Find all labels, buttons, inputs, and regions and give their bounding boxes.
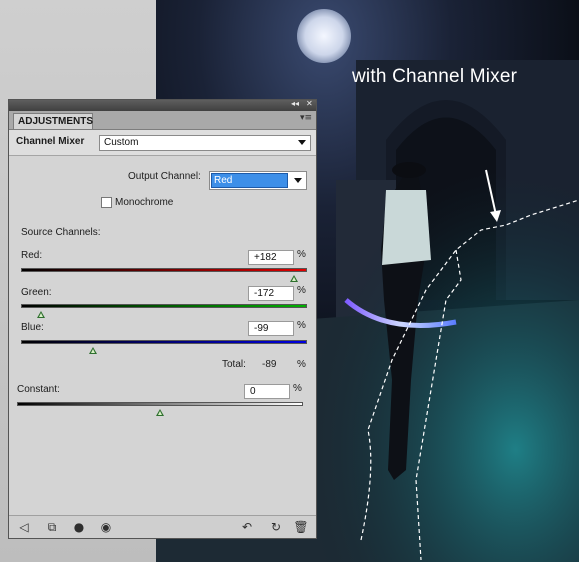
trash-icon[interactable]: 🗑	[293, 519, 309, 535]
panel-header: Channel Mixer Custom	[9, 130, 316, 156]
red-unit: %	[297, 249, 306, 260]
clip-to-layer-icon[interactable]: ⧉	[44, 519, 60, 535]
green-channel-input[interactable]: -172	[248, 286, 294, 301]
back-arrow-icon[interactable]: ◁	[16, 519, 32, 535]
green-channel-label: Green:	[21, 287, 52, 298]
total-label: Total:	[222, 359, 246, 370]
green-unit: %	[297, 285, 306, 296]
visibility-eye-icon[interactable]: ◉	[98, 519, 114, 535]
adjustments-panel: ◂◂ ✕ ADJUSTMENTS ▾≡ Channel Mixer Custom…	[8, 99, 317, 539]
reset-icon[interactable]: ↻	[268, 519, 284, 535]
blue-channel-label: Blue:	[21, 322, 44, 333]
blue-slider-track[interactable]	[21, 340, 307, 344]
output-channel-dropdown[interactable]: Red	[209, 171, 307, 190]
monochrome-checkbox[interactable]	[101, 197, 112, 208]
preset-dropdown[interactable]: Custom	[99, 135, 311, 151]
collapse-icon[interactable]: ◂◂	[291, 99, 299, 108]
red-slider-thumb[interactable]	[290, 275, 299, 282]
total-unit: %	[297, 359, 306, 370]
red-channel-input[interactable]: +182	[248, 250, 294, 265]
blue-slider-thumb[interactable]	[89, 347, 98, 354]
panel-body: Channel Mixer Custom Output Channel: Red…	[9, 130, 316, 538]
previous-state-icon[interactable]: ↶	[239, 519, 255, 535]
constant-label: Constant:	[17, 384, 60, 395]
green-slider-track[interactable]	[21, 304, 307, 308]
constant-input[interactable]: 0	[244, 384, 290, 399]
chevron-down-icon	[294, 178, 302, 183]
chevron-down-icon	[298, 140, 306, 145]
panel-title-bar[interactable]: ◂◂ ✕	[9, 99, 316, 111]
panel-footer: ◁ ⧉ ● ◉ ↶ ↻ 🗑	[9, 515, 316, 538]
constant-slider-thumb[interactable]	[156, 409, 164, 416]
panel-tab-row: ADJUSTMENTS ▾≡	[9, 111, 316, 130]
adjustment-title: Channel Mixer	[16, 136, 85, 147]
source-channels-label: Source Channels:	[21, 227, 101, 238]
constant-unit: %	[293, 383, 302, 394]
preset-value: Custom	[104, 137, 139, 148]
caption-text: with Channel Mixer	[352, 66, 518, 87]
blue-channel-input[interactable]: -99	[248, 321, 294, 336]
tab-adjustments[interactable]: ADJUSTMENTS	[13, 113, 93, 129]
mask-icon[interactable]: ●	[71, 519, 87, 535]
total-value: -89	[262, 359, 277, 370]
blue-unit: %	[297, 320, 306, 331]
red-slider-track[interactable]	[21, 268, 307, 272]
panel-menu-icon[interactable]: ▾≡	[300, 113, 312, 123]
close-icon[interactable]: ✕	[306, 99, 313, 108]
output-channel-label: Output Channel:	[128, 171, 201, 182]
output-channel-value: Red	[211, 173, 288, 188]
green-slider-thumb[interactable]	[37, 311, 46, 318]
red-channel-label: Red:	[21, 250, 43, 261]
constant-slider-track[interactable]	[17, 402, 303, 406]
monochrome-label: Monochrome	[115, 197, 174, 208]
